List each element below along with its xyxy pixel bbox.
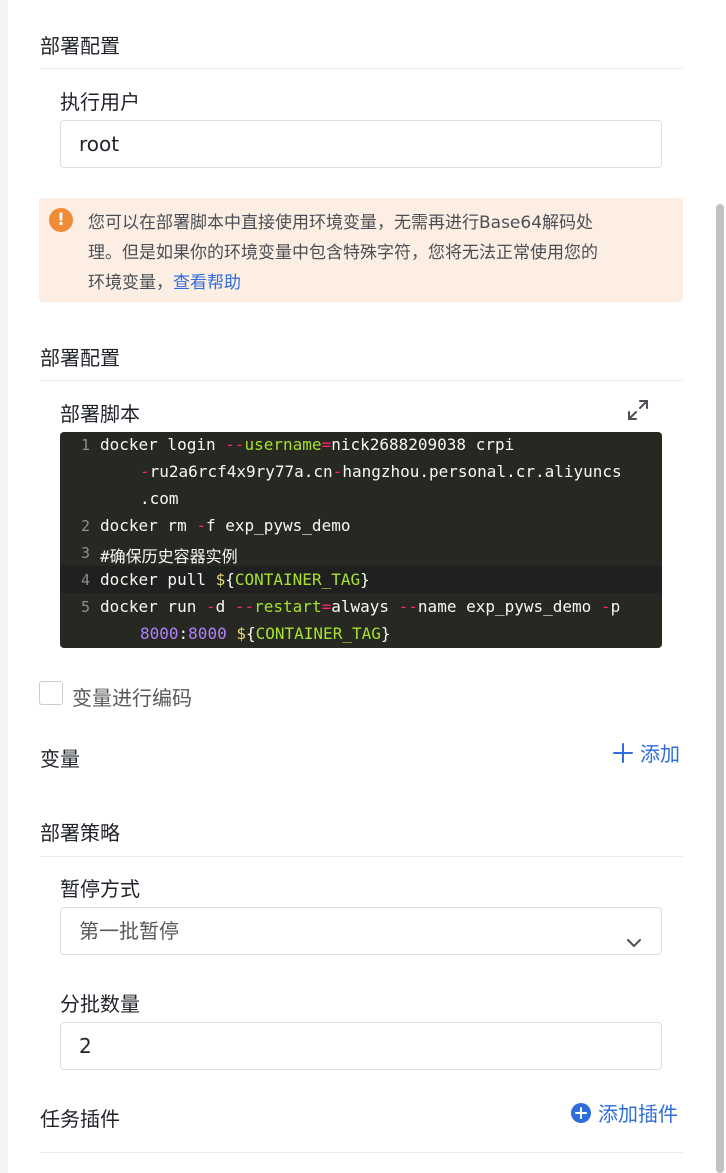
deploy-script-label: 部署脚本	[60, 402, 140, 426]
alert-text-line-1: 您可以在部署脚本中直接使用环境变量，无需再进行Base64解码处	[88, 213, 594, 233]
section-title-deploy-config-2: 部署配置	[40, 346, 120, 370]
exec-user-label: 执行用户	[60, 90, 140, 114]
task-plugins-label: 任务插件	[40, 1107, 120, 1131]
line-number: 2	[80, 517, 90, 535]
fullscreen-expand-icon[interactable]	[626, 398, 650, 422]
line-number: 4	[80, 571, 90, 589]
alert-text-line-2: 理。但是如果你的环境变量中包含特殊字符，您将无法正常使用您的	[88, 243, 598, 263]
batch-count-input[interactable]: 2	[60, 1022, 662, 1070]
line-number: 5	[80, 598, 90, 616]
chevron-down-icon	[625, 922, 643, 947]
code-line-5: docker run -d --restart=always --name ex…	[100, 597, 621, 616]
pause-mode-select[interactable]: 第一批暂停	[60, 907, 662, 955]
code-line-1-wrap-1: -ru2a6rcf4x9ry77a.cn-hangzhou.personal.c…	[140, 462, 622, 481]
divider	[40, 68, 683, 69]
variables-label: 变量	[40, 747, 80, 771]
line-number: 1	[80, 436, 90, 454]
encode-variables-checkbox[interactable]	[39, 681, 63, 705]
batch-count-label: 分批数量	[60, 992, 140, 1016]
pause-mode-label: 暂停方式	[60, 877, 140, 901]
code-line-5-wrap: 8000:8000 ${CONTAINER_TAG}	[140, 624, 391, 643]
section-title-deploy-strategy: 部署策略	[40, 821, 120, 845]
divider	[40, 856, 683, 857]
alert-text-line-3-text: 环境变量，	[88, 273, 173, 293]
add-plugin-label: 添加插件	[598, 1102, 678, 1126]
code-line-4: docker pull ${CONTAINER_TAG}	[100, 570, 370, 589]
code-line-3: #确保历史容器实例	[100, 547, 238, 566]
add-variable-label: 添加	[640, 742, 680, 766]
add-variable-button[interactable]: 添加	[612, 738, 680, 767]
env-var-alert: ! 您可以在部署脚本中直接使用环境变量，无需再进行Base64解码处 理。但是如…	[39, 198, 683, 302]
alert-text-line-3: 环境变量，查看帮助	[88, 268, 241, 293]
encode-variables-label: 变量进行编码	[72, 686, 192, 710]
pause-mode-value: 第一批暂停	[79, 919, 179, 943]
warning-icon: !	[49, 208, 73, 232]
section-title-deploy-config: 部署配置	[40, 34, 120, 58]
add-plugin-button[interactable]: 添加插件	[570, 1098, 678, 1127]
divider	[40, 1152, 683, 1153]
code-line-2: docker rm -f exp_pyws_demo	[100, 516, 351, 535]
exec-user-input[interactable]: root	[60, 120, 662, 168]
plus-icon	[612, 742, 634, 764]
divider	[40, 380, 683, 381]
help-link[interactable]: 查看帮助	[173, 273, 241, 293]
code-line-1: docker login --username=nick2688209038 c…	[100, 435, 515, 454]
deploy-script-editor[interactable]: 1 2 3 4 5 docker login --username=nick26…	[60, 432, 662, 648]
scrollbar-thumb[interactable]	[716, 204, 724, 1173]
code-line-1-wrap-2: .com	[140, 489, 179, 508]
line-number: 3	[80, 544, 90, 562]
plus-circle-icon	[570, 1102, 592, 1124]
